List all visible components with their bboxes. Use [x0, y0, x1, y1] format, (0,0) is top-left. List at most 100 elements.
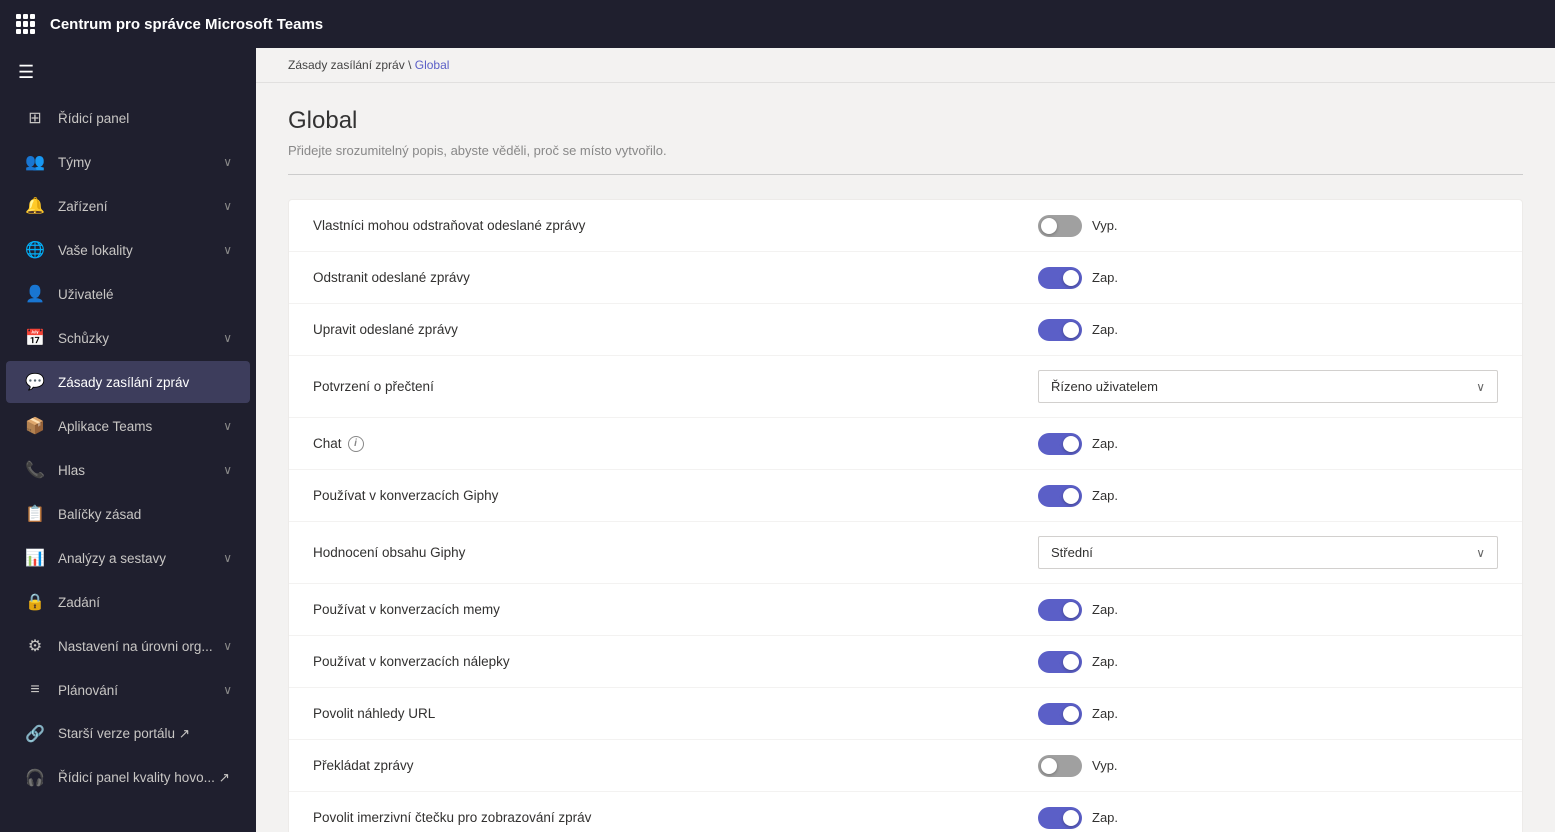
setting-label: Používat v konverzacích nálepky	[313, 654, 1038, 669]
setting-label: Upravit odeslané zprávy	[313, 322, 1038, 337]
apps-icon: 📦	[24, 415, 46, 437]
sidebar-item-label: Hlas	[58, 463, 223, 478]
setting-memes: Používat v konverzacích memy Zap.	[289, 584, 1522, 636]
dashboard-icon: ⊞	[24, 107, 46, 129]
sidebar-item-balicky[interactable]: 📋 Balíčky zásad	[6, 493, 250, 535]
setting-control: Řízeno uživatelem ∨	[1038, 370, 1498, 403]
sidebar: ☰ ⊞ Řídicí panel 👥 Týmy ∨ 🔔 Zařízení ∨ 🌐…	[0, 48, 256, 832]
sidebar-item-label: Analýzy a sestavy	[58, 551, 223, 566]
planning-icon: ≡	[24, 679, 46, 701]
sidebar-item-label: Uživatelé	[58, 287, 232, 302]
chevron-down-icon: ∨	[223, 639, 232, 653]
sidebar-item-label: Zadání	[58, 595, 232, 610]
voice-icon: 📞	[24, 459, 46, 481]
users-icon: 👤	[24, 283, 46, 305]
main-content: Zásady zasílání zpráv \ Global Global Př…	[256, 48, 1555, 832]
breadcrumb-parent[interactable]: Zásady zasílání zpráv	[288, 58, 405, 72]
toggle-chat[interactable]	[1038, 433, 1082, 455]
setting-giphy-rating: Hodnocení obsahu Giphy Střední ∨	[289, 522, 1522, 584]
toggle-url-preview[interactable]	[1038, 703, 1082, 725]
sidebar-item-label: Týmy	[58, 155, 223, 170]
sidebar-item-lokality[interactable]: 🌐 Vaše lokality ∨	[6, 229, 250, 271]
chevron-down-icon: ∨	[223, 683, 232, 697]
toggle-giphy[interactable]	[1038, 485, 1082, 507]
setting-delete-sent: Odstranit odeslané zprávy Zap.	[289, 252, 1522, 304]
breadcrumb: Zásady zasílání zpráv \ Global	[256, 48, 1555, 83]
dropdown-giphy-rating[interactable]: Střední ∨	[1038, 536, 1498, 569]
sidebar-item-tymy[interactable]: 👥 Týmy ∨	[6, 141, 250, 183]
sidebar-item-starsi[interactable]: 🔗 Starší verze portálu ↗	[6, 713, 250, 755]
external-link-icon: 🔗	[24, 723, 46, 745]
setting-label: Vlastníci mohou odstraňovat odeslané zpr…	[313, 218, 1038, 233]
setting-control: Zap.	[1038, 267, 1498, 289]
sidebar-item-aplikace[interactable]: 📦 Aplikace Teams ∨	[6, 405, 250, 447]
sidebar-item-label: Vaše lokality	[58, 243, 223, 258]
setting-label: Odstranit odeslané zprávy	[313, 270, 1038, 285]
grid-icon[interactable]	[16, 14, 36, 34]
toggle-edit-sent[interactable]	[1038, 319, 1082, 341]
sidebar-item-label: Zařízení	[58, 199, 223, 214]
chevron-down-icon: ∨	[223, 463, 232, 477]
setting-control: Zap.	[1038, 651, 1498, 673]
chevron-down-icon: ∨	[1476, 546, 1485, 560]
settings-card: Vlastníci mohou odstraňovat odeslané zpr…	[288, 199, 1523, 832]
page-title: Global	[288, 107, 1523, 135]
sidebar-item-label: Schůzky	[58, 331, 223, 346]
sidebar-item-label: Starší verze portálu ↗	[58, 726, 232, 742]
setting-chat: Chat i Zap.	[289, 418, 1522, 470]
sidebar-item-zadani[interactable]: 🔒 Zadání	[6, 581, 250, 623]
teams-icon: 👥	[24, 151, 46, 173]
messaging-icon: 💬	[24, 371, 46, 393]
quality-icon: 🎧	[24, 767, 46, 789]
sidebar-item-zarizeni[interactable]: 🔔 Zařízení ∨	[6, 185, 250, 227]
setting-control: Zap.	[1038, 485, 1498, 507]
chevron-down-icon: ∨	[223, 551, 232, 565]
setting-label: Chat i	[313, 436, 1038, 452]
setting-label: Povolit náhledy URL	[313, 706, 1038, 721]
dropdown-read-receipts[interactable]: Řízeno uživatelem ∨	[1038, 370, 1498, 403]
toggle-memes[interactable]	[1038, 599, 1082, 621]
setting-immersive: Povolit imerzivní čtečku pro zobrazování…	[289, 792, 1522, 832]
sidebar-item-ridicipanel[interactable]: ⊞ Řídicí panel	[6, 97, 250, 139]
sidebar-item-kvalita[interactable]: 🎧 Řídicí panel kvality hovo... ↗	[6, 757, 250, 799]
analytics-icon: 📊	[24, 547, 46, 569]
setting-label: Překládat zprávy	[313, 758, 1038, 773]
content-area: Global Přidejte srozumitelný popis, abys…	[256, 83, 1555, 832]
setting-control: Zap.	[1038, 807, 1498, 829]
toggle-immersive[interactable]	[1038, 807, 1082, 829]
setting-edit-sent: Upravit odeslané zprávy Zap.	[289, 304, 1522, 356]
sidebar-item-nastaveni[interactable]: ⚙ Nastavení na úrovni org... ∨	[6, 625, 250, 667]
sidebar-item-planovani[interactable]: ≡ Plánování ∨	[6, 669, 250, 711]
setting-giphy: Používat v konverzacích Giphy Zap.	[289, 470, 1522, 522]
sidebar-item-label: Plánování	[58, 683, 223, 698]
setting-control: Zap.	[1038, 703, 1498, 725]
sidebar-item-label: Aplikace Teams	[58, 419, 223, 434]
breadcrumb-current: Global	[415, 58, 450, 72]
hamburger-button[interactable]: ☰	[0, 48, 256, 96]
sidebar-item-hlas[interactable]: 📞 Hlas ∨	[6, 449, 250, 491]
setting-read-receipts: Potvrzení o přečtení Řízeno uživatelem ∨	[289, 356, 1522, 418]
packages-icon: 📋	[24, 503, 46, 525]
chevron-down-icon: ∨	[223, 155, 232, 169]
toggle-stickers[interactable]	[1038, 651, 1082, 673]
meetings-icon: 📅	[24, 327, 46, 349]
sidebar-item-label: Řídicí panel kvality hovo... ↗	[58, 770, 232, 786]
chevron-down-icon: ∨	[223, 419, 232, 433]
sidebar-item-analyzy[interactable]: 📊 Analýzy a sestavy ∨	[6, 537, 250, 579]
settings-icon: ⚙	[24, 635, 46, 657]
locations-icon: 🌐	[24, 239, 46, 261]
setting-url-preview: Povolit náhledy URL Zap.	[289, 688, 1522, 740]
setting-label: Hodnocení obsahu Giphy	[313, 545, 1038, 560]
sidebar-item-uzivatele[interactable]: 👤 Uživatelé	[6, 273, 250, 315]
sidebar-item-label: Nastavení na úrovni org...	[58, 639, 223, 654]
info-icon[interactable]: i	[348, 436, 364, 452]
sidebar-item-label: Řídicí panel	[58, 111, 232, 126]
sidebar-item-zasady[interactable]: 💬 Zásady zasílání zpráv	[6, 361, 250, 403]
chevron-down-icon: ∨	[223, 199, 232, 213]
toggle-owners-delete[interactable]	[1038, 215, 1082, 237]
sidebar-item-schuzky[interactable]: 📅 Schůzky ∨	[6, 317, 250, 359]
devices-icon: 🔔	[24, 195, 46, 217]
toggle-delete-sent[interactable]	[1038, 267, 1082, 289]
setting-label: Povolit imerzivní čtečku pro zobrazování…	[313, 810, 1038, 825]
toggle-translate[interactable]	[1038, 755, 1082, 777]
